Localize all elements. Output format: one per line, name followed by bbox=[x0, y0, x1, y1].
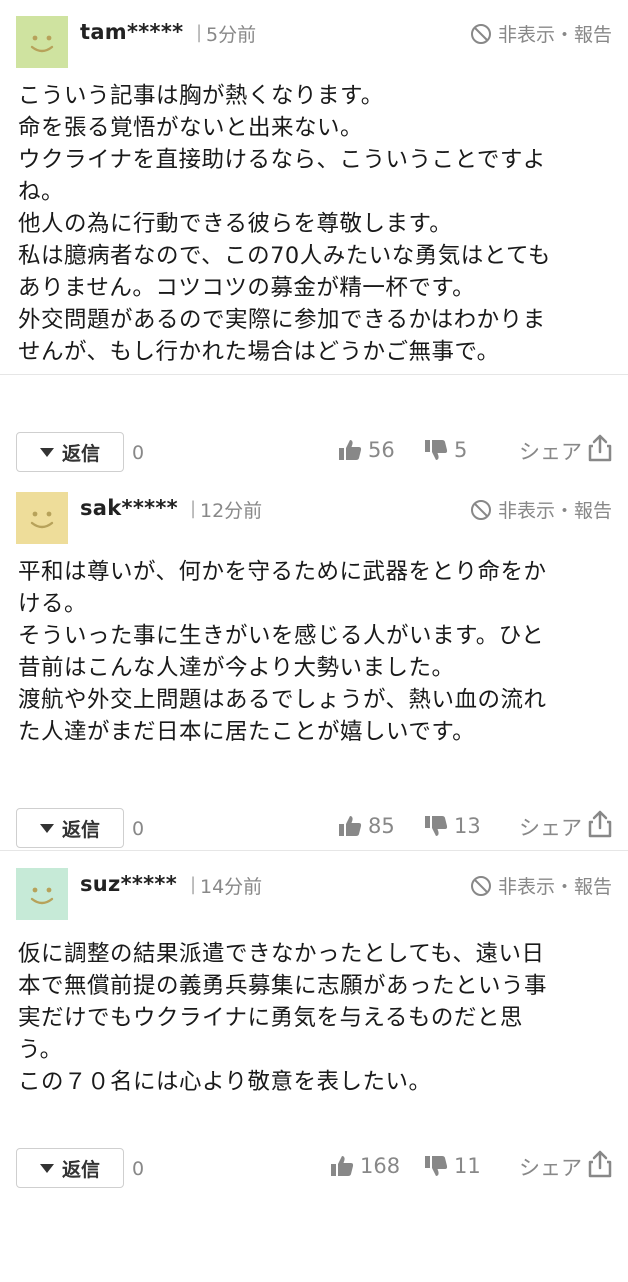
thumbs-down-icon bbox=[424, 815, 448, 837]
reply-label: 返信 bbox=[61, 442, 100, 465]
share-button[interactable]: シェア bbox=[519, 1150, 612, 1183]
username[interactable]: suz***** bbox=[80, 872, 177, 896]
post-time: 5分前 bbox=[206, 24, 257, 46]
comment-text-line: 昔前はこんな人達が今より大勢いました。 bbox=[18, 655, 455, 681]
meta-separator: | bbox=[190, 874, 197, 895]
dislike-count: 13 bbox=[454, 814, 481, 838]
share-icon bbox=[588, 810, 612, 843]
thumbs-down-icon bbox=[424, 439, 448, 461]
comment-text-line: 外交問題があるので実際に参加できるかはわかりま bbox=[18, 307, 546, 333]
thumbs-up-icon bbox=[330, 1155, 354, 1177]
username[interactable]: sak***** bbox=[80, 496, 178, 520]
comment-actions: 返信 0 85 13 シェア bbox=[16, 808, 612, 850]
comment-text-line: こういう記事は胸が熱くなります。 bbox=[18, 83, 384, 109]
share-button[interactable]: シェア bbox=[519, 434, 612, 467]
reply-button[interactable]: 返信 bbox=[16, 1148, 124, 1188]
share-icon bbox=[588, 434, 612, 467]
like-count: 85 bbox=[368, 814, 395, 838]
hide-report-label: 非表示・報告 bbox=[497, 500, 612, 522]
like-count: 168 bbox=[360, 1154, 401, 1178]
comment-text-line: 実だけでもウクライナに勇気を与えるものだと思 bbox=[18, 1005, 523, 1031]
chevron-down-icon bbox=[39, 823, 54, 833]
reply-count: 0 bbox=[132, 442, 145, 464]
chevron-down-icon bbox=[39, 447, 54, 457]
post-time: 14分前 bbox=[200, 876, 263, 898]
comment-item: suz***** | 14分前 非表示・報告仮に調整の結果派遣できなかったとしても、遠… bbox=[0, 852, 628, 1282]
dislike-button[interactable]: 13 bbox=[424, 814, 481, 838]
share-label: シェア bbox=[519, 439, 582, 464]
reply-label: 返信 bbox=[61, 1158, 100, 1181]
reply-button[interactable]: 返信 bbox=[16, 432, 124, 472]
comment-text-line: ける。 bbox=[18, 591, 88, 617]
comment-item: tam***** | 5分前 非表示・報告こういう記事は胸が熱くなります。 命を張る覚悟… bbox=[0, 0, 628, 472]
dislike-count: 11 bbox=[454, 1154, 481, 1178]
comment-text-line: 私は臆病者なので、この70人みたいな勇気はとても bbox=[18, 243, 551, 269]
meta-separator: | bbox=[190, 498, 197, 519]
comment-text-line: そういった事に生きがいを感じる人がいます。ひと bbox=[18, 623, 545, 649]
like-button[interactable]: 168 bbox=[330, 1154, 400, 1178]
avatar[interactable] bbox=[16, 868, 68, 920]
post-time: 12分前 bbox=[200, 500, 263, 522]
reply-button[interactable]: 返信 bbox=[16, 808, 124, 848]
share-label: シェア bbox=[519, 815, 582, 840]
comment-body: こういう記事は胸が熱くなります。 命を張る覚悟がないと出来ない。ウクライナを直接助… bbox=[18, 80, 612, 368]
comment-actions: 返信 0 56 5 シェア bbox=[16, 432, 612, 474]
hide-icon bbox=[470, 499, 492, 521]
comment-text-line: ね。 bbox=[18, 179, 65, 205]
comment-text-line: 平和は尊いが、何かを守るために武器をとり命をか bbox=[18, 559, 547, 585]
comment-header: sak***** | 12分前 非表示・報告 bbox=[16, 492, 612, 544]
dislike-button[interactable]: 5 bbox=[424, 438, 467, 462]
comment-text-line: 他人の為に行動できる彼らを尊敬します。 bbox=[18, 211, 453, 237]
comment-body: 仮に調整の結果派遣できなかったとしても、遠い日 本で無償前提の義勇兵募集に志願があ… bbox=[18, 938, 612, 1098]
thumbs-up-icon bbox=[338, 439, 362, 461]
hide-report-label: 非表示・報告 bbox=[497, 876, 612, 898]
avatar[interactable] bbox=[16, 16, 68, 68]
comment-text-line: ウクライナを直接助けるなら、こういうことですよ bbox=[18, 147, 546, 173]
dislike-count: 5 bbox=[454, 438, 468, 462]
comment-text-line: 渡航や外交上問題はあるでしょうが、熱い血の流れ bbox=[18, 687, 547, 713]
meta-separator: | bbox=[196, 22, 203, 43]
hide-icon bbox=[470, 23, 492, 45]
reply-label: 返信 bbox=[61, 818, 100, 841]
comment-item: sak***** | 12分前 非表示・報告平和は尊いが、何かを守るために武器をとり命… bbox=[0, 476, 628, 851]
comment-text-line: ありません。コツコツの募金が精一杯です。 bbox=[18, 275, 476, 301]
comment-header: tam***** | 5分前 非表示・報告 bbox=[16, 16, 612, 68]
share-icon bbox=[588, 1150, 612, 1183]
thumbs-up-icon bbox=[338, 815, 362, 837]
like-button[interactable]: 56 bbox=[338, 438, 395, 462]
hide-report-link[interactable]: 非表示・報告 bbox=[470, 496, 612, 523]
reply-count: 0 bbox=[132, 818, 145, 840]
comment-actions: 返信 0 168 11 シェア bbox=[16, 1148, 612, 1190]
hide-icon bbox=[470, 875, 492, 897]
comment-text-line: 本で無償前提の義勇兵募集に志願があったという事 bbox=[18, 973, 548, 999]
dislike-button[interactable]: 11 bbox=[424, 1154, 481, 1178]
share-label: シェア bbox=[519, 1155, 582, 1180]
thumbs-down-icon bbox=[424, 1155, 448, 1177]
comment-text-line: この７０名には心より敬意を表したい。 bbox=[18, 1069, 432, 1095]
share-button[interactable]: シェア bbox=[519, 810, 612, 843]
username[interactable]: tam***** bbox=[80, 20, 183, 44]
comment-text-line: 命を張る覚悟がないと出来ない。 bbox=[18, 115, 364, 141]
reply-count: 0 bbox=[132, 1158, 145, 1180]
comment-header: suz***** | 14分前 非表示・報告 bbox=[16, 868, 612, 920]
comment-body: 平和は尊いが、何かを守るために武器をとり命をか ける。そういった事に生きがいを感じ… bbox=[18, 556, 612, 748]
comment-text-line: 仮に調整の結果派遣できなかったとしても、遠い日 bbox=[18, 941, 545, 967]
comment-text-line: う。 bbox=[18, 1037, 63, 1063]
like-count: 56 bbox=[368, 438, 395, 462]
avatar[interactable] bbox=[16, 492, 68, 544]
like-button[interactable]: 85 bbox=[338, 814, 395, 838]
chevron-down-icon bbox=[39, 1163, 54, 1173]
hide-report-label: 非表示・報告 bbox=[497, 24, 612, 46]
comment-text-line: た人達がまだ日本に居たことが嬉しいです。 bbox=[18, 719, 476, 745]
hide-report-link[interactable]: 非表示・報告 bbox=[470, 20, 612, 47]
hide-report-link[interactable]: 非表示・報告 bbox=[470, 872, 612, 899]
comment-text-line: せんが、もし行かれた場合はどうかご無事で。 bbox=[18, 339, 500, 365]
